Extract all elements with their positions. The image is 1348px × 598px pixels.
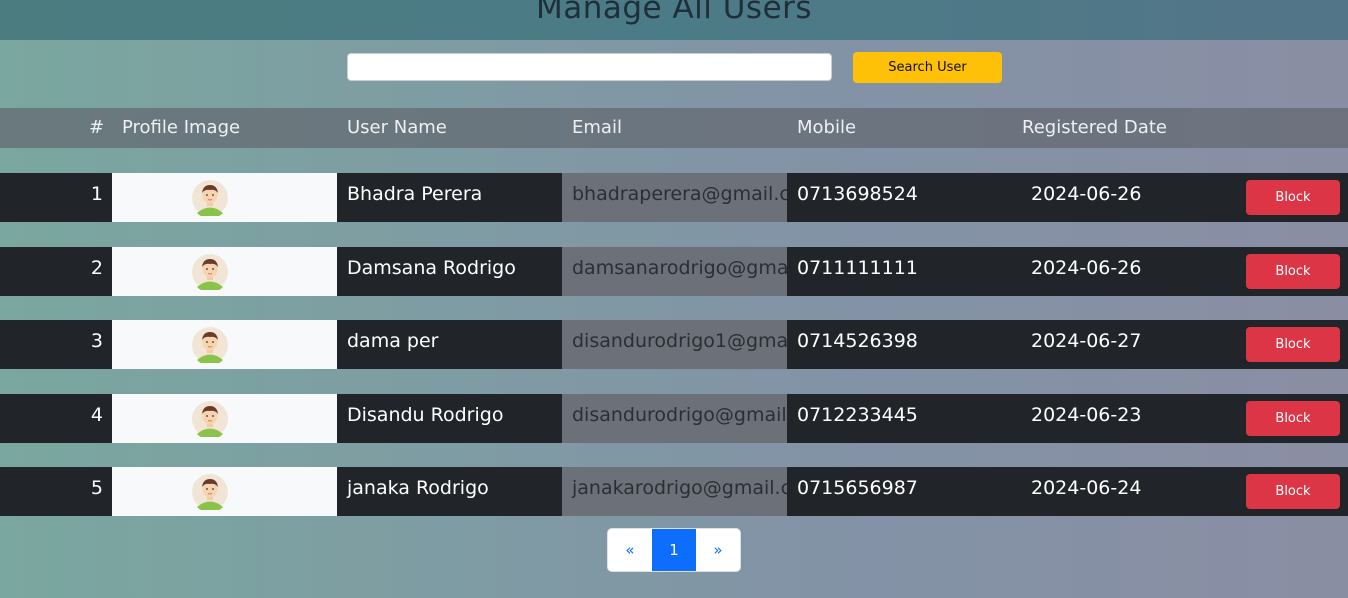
- row-number: 4: [90, 404, 103, 426]
- user-email: bhadraperera@gmail.co: [572, 183, 787, 205]
- row-number: 3: [90, 330, 103, 352]
- registered-date: 2024-06-24: [1031, 477, 1142, 499]
- table-header: # Profile Image User Name Email Mobile R…: [0, 108, 1348, 148]
- block-user-button[interactable]: Block: [1246, 180, 1340, 215]
- block-user-button[interactable]: Block: [1246, 401, 1340, 436]
- user-mobile: 0711111111: [797, 257, 918, 279]
- user-email: damsanarodrigo@gmail: [572, 257, 787, 279]
- user-mobile: 0715656987: [797, 477, 918, 499]
- registered-date: 2024-06-23: [1031, 404, 1142, 426]
- registered-date: 2024-06-26: [1031, 183, 1142, 205]
- block-user-button[interactable]: Block: [1246, 474, 1340, 509]
- page-header: Manage All Users: [0, 0, 1348, 40]
- user-name: janaka Rodrigo: [347, 477, 489, 499]
- table-row: 2 Damsana Rodrigo damsanarodrigo@gmail 0…: [0, 247, 1348, 296]
- pagination: « 1 »: [607, 528, 741, 572]
- user-email: disandurodrigo@gmail.c: [572, 404, 787, 426]
- column-header-mobile: Mobile: [797, 117, 857, 138]
- user-mobile: 0713698524: [797, 183, 918, 205]
- table-row: 1 Bhadra Perera bhadraperera@gmail.co 07…: [0, 173, 1348, 222]
- user-email: janakarodrigo@gmail.co: [572, 477, 787, 499]
- user-mobile: 0712233445: [797, 404, 918, 426]
- page-title: Manage All Users: [535, 0, 813, 26]
- pagination-next-button[interactable]: »: [696, 529, 740, 571]
- block-user-button[interactable]: Block: [1246, 254, 1340, 289]
- column-header-profile-image: Profile Image: [122, 117, 241, 138]
- pagination-page-1[interactable]: 1: [652, 529, 696, 571]
- user-name: Damsana Rodrigo: [347, 257, 516, 279]
- user-avatar-icon: [192, 474, 228, 510]
- user-avatar-icon: [192, 254, 228, 290]
- pagination-previous-button[interactable]: «: [608, 529, 652, 571]
- column-header-user-name: User Name: [347, 117, 447, 138]
- search-input[interactable]: [347, 53, 832, 81]
- user-email: disandurodrigo1@gmail.: [572, 330, 787, 352]
- block-user-button[interactable]: Block: [1246, 327, 1340, 362]
- user-name: Disandu Rodrigo: [347, 404, 504, 426]
- table-row: 3 dama per disandurodrigo1@gmail. 071452…: [0, 320, 1348, 369]
- table-row: 5 janaka Rodrigo janakarodrigo@gmail.co …: [0, 467, 1348, 516]
- registered-date: 2024-06-26: [1031, 257, 1142, 279]
- row-number: 5: [90, 477, 103, 499]
- registered-date: 2024-06-27: [1031, 330, 1142, 352]
- search-user-button[interactable]: Search User: [853, 52, 1002, 83]
- column-header-registered-date: Registered Date: [1022, 117, 1167, 138]
- column-header-number: #: [89, 117, 105, 138]
- user-mobile: 0714526398: [797, 330, 918, 352]
- user-avatar-icon: [192, 327, 228, 363]
- column-header-email: Email: [572, 117, 622, 138]
- user-avatar-icon: [192, 180, 228, 216]
- table-row: 4 Disandu Rodrigo disandurodrigo@gmail.c…: [0, 394, 1348, 443]
- user-name: Bhadra Perera: [347, 183, 483, 205]
- user-name: dama per: [347, 330, 439, 352]
- row-number: 1: [90, 183, 103, 205]
- row-number: 2: [90, 257, 103, 279]
- user-avatar-icon: [192, 401, 228, 437]
